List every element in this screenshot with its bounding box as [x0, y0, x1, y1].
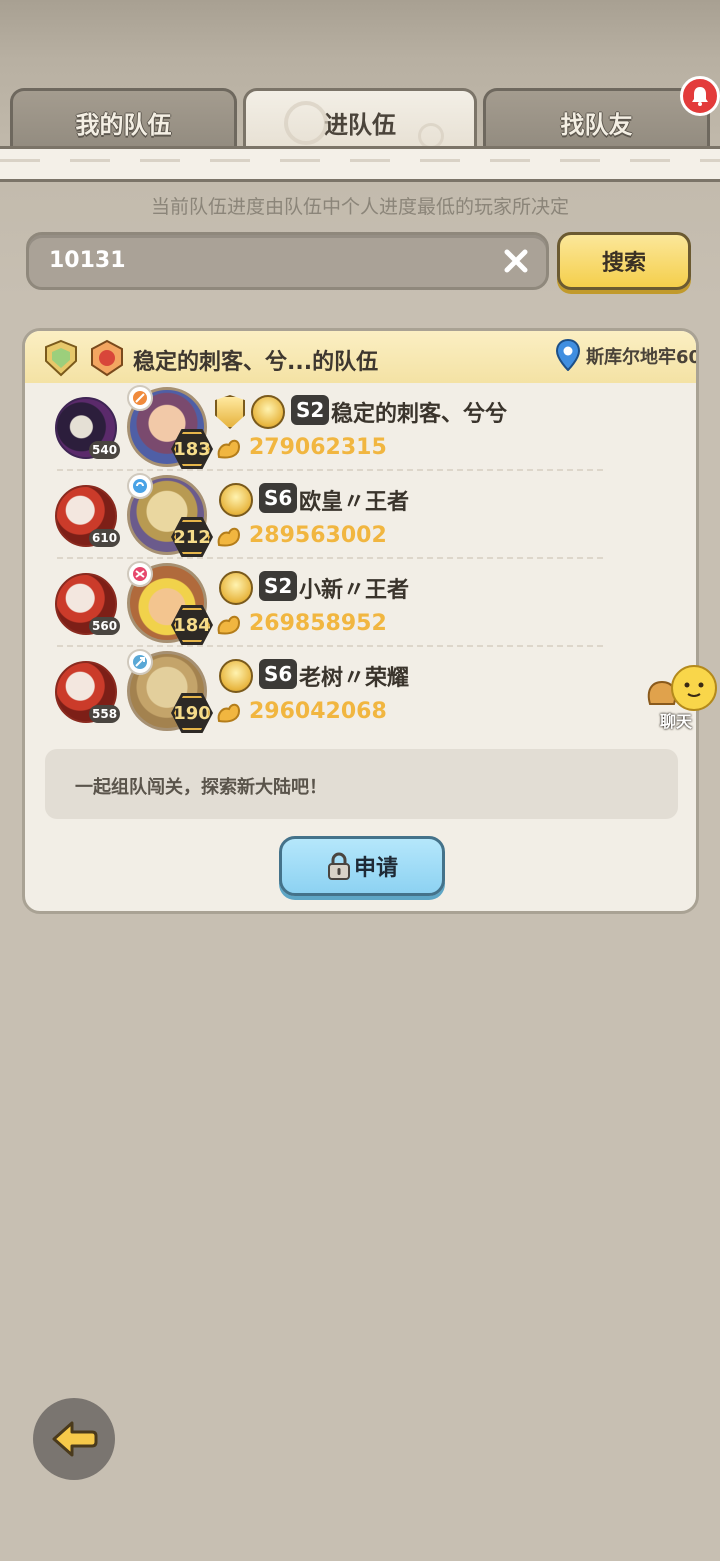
team-card[interactable]: 稳定的刺客、兮...的队伍 斯库尔地牢60 540 183 S2 稳定的刺客、兮… — [22, 328, 699, 914]
tab-strip — [0, 146, 720, 182]
role-icon — [127, 385, 153, 411]
season-badge: S2 — [291, 395, 330, 425]
tab-my-team[interactable]: 我的队伍 — [10, 88, 237, 154]
guild-crest-icon — [45, 339, 77, 377]
notification-bell-icon[interactable] — [680, 76, 720, 116]
team-name: 稳定的刺客、兮...的队伍 — [133, 350, 379, 375]
tab-find-teammates[interactable]: 找队友 — [483, 88, 710, 154]
role-icon — [127, 561, 153, 587]
rank-medal-icon — [219, 571, 253, 605]
member-row[interactable]: 540 183 S2 稳定的刺客、兮兮 279062315 — [25, 383, 696, 471]
progress-hint: 当前队伍进度由队伍中个人进度最低的玩家所决定 — [150, 196, 569, 218]
search-value: 10131 — [49, 248, 126, 273]
back-arrow-icon — [52, 1421, 98, 1457]
combat-power: 269858952 — [249, 611, 387, 636]
tab-join-team[interactable]: 进队伍 — [243, 88, 477, 154]
role-icon — [127, 473, 153, 499]
search-input[interactable]: 10131 — [26, 232, 549, 290]
power-arm-icon — [217, 439, 241, 459]
tab-label: 进队伍 — [324, 111, 396, 139]
power-arm-icon — [217, 615, 241, 635]
close-icon[interactable] — [500, 245, 532, 277]
player-name: 小新〃王者 — [299, 578, 410, 603]
player-name: 欧皇〃王者 — [299, 490, 410, 515]
rank-medal-icon — [251, 395, 285, 429]
pet-level: 540 — [89, 441, 121, 459]
team-slogan-box: 一起组队闯关，探索新大陆吧！ — [45, 749, 678, 819]
member-row[interactable]: 610 212 S6 欧皇〃王者 289563002 — [25, 471, 696, 559]
pet-level: 610 — [89, 529, 121, 547]
season-badge: S2 — [259, 571, 298, 601]
search-button[interactable]: 搜索 — [557, 232, 691, 290]
location-pin-icon — [555, 339, 581, 371]
apply-button[interactable]: 申请 — [279, 836, 445, 896]
team-emblem-icon — [91, 339, 123, 377]
dungeon-location: 斯库尔地牢60 — [586, 347, 699, 368]
tab-label: 找队友 — [560, 111, 633, 139]
rank-medal-icon — [219, 659, 253, 693]
chat-bubble-icon — [647, 665, 717, 711]
chat-button[interactable]: 聊天 — [646, 664, 720, 731]
chat-label: 聊天 — [660, 712, 693, 731]
member-row[interactable]: 560 184 S2 小新〃王者 269858952 — [25, 559, 696, 647]
player-name: 老树〃荣耀 — [299, 666, 410, 691]
pet-level: 558 — [89, 705, 121, 723]
member-row[interactable]: 558 190 S6 老树〃荣耀 296042068 — [25, 647, 696, 735]
role-icon — [127, 649, 153, 675]
combat-power: 289563002 — [249, 523, 387, 548]
combat-power: 279062315 — [249, 435, 387, 460]
rank-medal-icon — [219, 483, 253, 517]
tab-label: 我的队伍 — [75, 111, 172, 139]
season-badge: S6 — [259, 659, 298, 689]
season-badge: S6 — [259, 483, 298, 513]
lock-icon — [327, 852, 350, 880]
tab-decoration — [284, 101, 328, 145]
power-arm-icon — [217, 527, 241, 547]
member-list: 540 183 S2 稳定的刺客、兮兮 279062315 610 212 S6 — [25, 383, 696, 735]
combat-power: 296042068 — [249, 699, 387, 724]
pet-level: 560 — [89, 617, 121, 635]
power-arm-icon — [217, 703, 241, 723]
back-button[interactable] — [33, 1398, 115, 1480]
apply-label: 申请 — [353, 856, 398, 881]
guild-badge-icon — [215, 395, 245, 429]
team-header: 稳定的刺客、兮...的队伍 斯库尔地牢60 — [25, 331, 696, 383]
player-name: 稳定的刺客、兮兮 — [331, 402, 508, 427]
team-slogan: 一起组队闯关，探索新大陆吧！ — [75, 777, 327, 798]
